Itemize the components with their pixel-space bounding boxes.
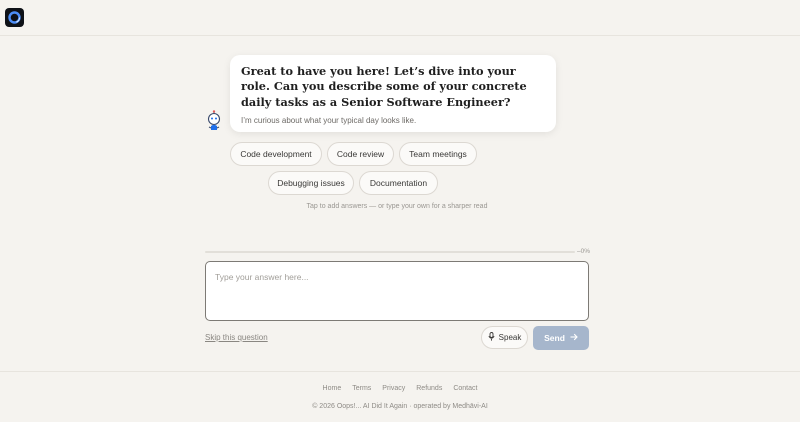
speak-button[interactable]: Speak xyxy=(481,326,528,349)
footer-link-contact[interactable]: Contact xyxy=(453,385,477,392)
progress-value: 0% xyxy=(580,248,591,255)
footer-copyright: © 2026 Oops!... AI Did It Again · operat… xyxy=(312,403,488,410)
footer-link-terms[interactable]: Terms xyxy=(352,385,371,392)
suggestion-chip-debugging-issues[interactable]: Debugging issues xyxy=(268,171,354,195)
footer-link-privacy[interactable]: Privacy xyxy=(382,385,405,392)
question-subtext: I’m curious about what your typical day … xyxy=(241,116,417,126)
suggestion-chip-team-meetings[interactable]: Team meetings xyxy=(399,142,477,166)
robot-avatar-icon xyxy=(205,110,223,132)
send-button[interactable]: Send xyxy=(533,326,589,350)
suggestion-hint: Tap to add answers — or type your own fo… xyxy=(306,203,488,210)
footer-divider xyxy=(0,371,800,372)
progress-bar xyxy=(205,251,575,253)
arrow-right-icon xyxy=(570,333,578,343)
skip-question-link[interactable]: Skip this question xyxy=(205,333,268,342)
footer-link-home[interactable]: Home xyxy=(323,385,342,392)
circular-o-logo-icon[interactable] xyxy=(5,8,24,27)
question-bubble: Great to have you here! Let’s dive into … xyxy=(230,55,556,132)
suggestion-chip-code-review[interactable]: Code review xyxy=(327,142,394,166)
footer-links: Home Terms Privacy Refunds Contact xyxy=(0,385,800,392)
microphone-icon xyxy=(488,332,495,343)
suggestion-chip-documentation[interactable]: Documentation xyxy=(359,171,438,195)
answer-input[interactable] xyxy=(205,261,589,321)
send-label: Send xyxy=(544,333,565,343)
top-bar xyxy=(0,0,800,36)
speak-label: Speak xyxy=(498,333,522,342)
progress-label: –0% xyxy=(577,248,591,255)
footer-link-refunds[interactable]: Refunds xyxy=(416,385,442,392)
suggestion-chip-code-development[interactable]: Code development xyxy=(230,142,322,166)
question-text: Great to have you here! Let’s dive into … xyxy=(241,64,527,109)
